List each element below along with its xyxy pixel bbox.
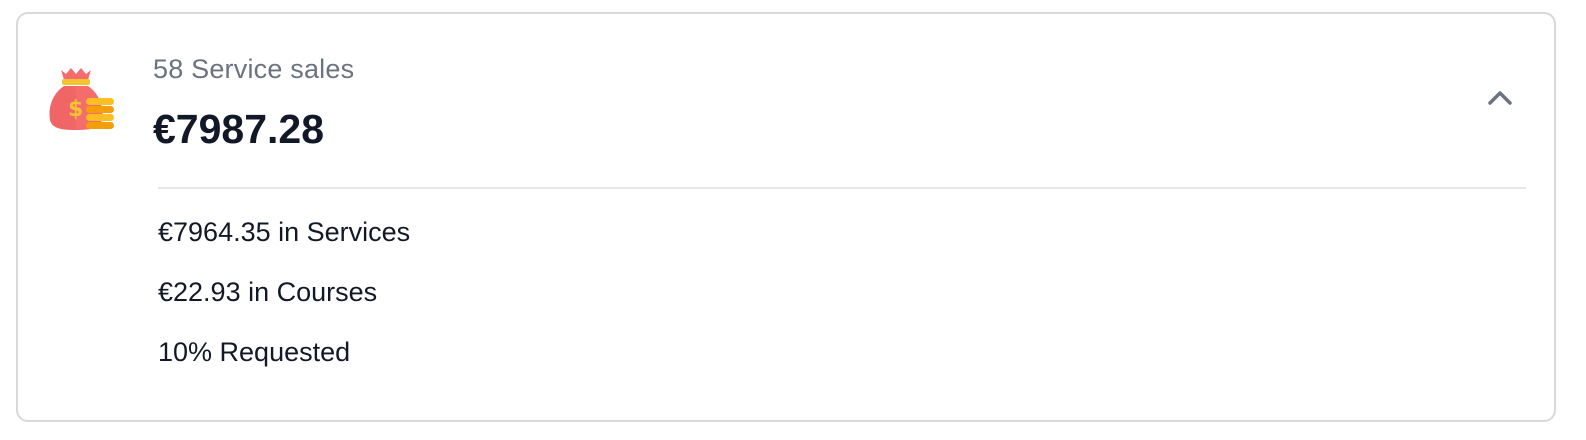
breakdown-item-requested: 10% Requested [158,337,351,367]
sales-summary-card: $ 58 Service sales €7987.28 €7964.35 in … [16,12,1556,422]
svg-text:$: $ [68,97,83,122]
money-bag-icon: $ [49,68,114,130]
breakdown-item-services: €7964.35 in Services [158,217,411,247]
chevron-up-icon [1488,91,1512,105]
breakdown-item-courses: €22.93 in Courses [158,277,378,307]
sales-count-label: 58 Service sales [153,54,355,84]
divider [158,187,1526,189]
total-amount: €7987.28 [153,106,325,152]
collapse-toggle-button[interactable] [1478,80,1522,116]
sales-breakdown-list: €7964.35 in Services €22.93 in Courses 1… [158,214,410,394]
